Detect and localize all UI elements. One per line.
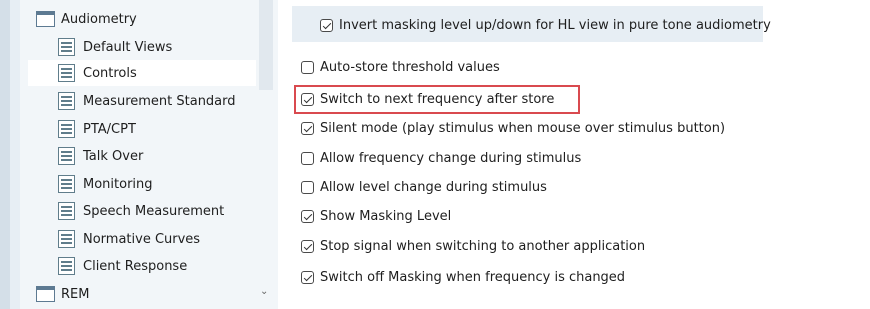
tree-item-audiometry[interactable]: Audiometry (35, 6, 256, 32)
switch-next-frequency-checkbox-row[interactable]: Switch to next frequency after store (301, 92, 554, 107)
tree-item-talk-over[interactable]: Talk Over (58, 143, 256, 169)
page-icon (58, 202, 75, 220)
page-icon (58, 120, 75, 138)
tree-item-label: Audiometry (61, 11, 137, 27)
checkbox[interactable] (301, 93, 314, 106)
tree-item-default-views[interactable]: Default Views (58, 34, 256, 60)
chevron-down-icon[interactable]: ⌄ (260, 286, 268, 297)
scrollbar-thumb[interactable] (259, 0, 273, 90)
page-icon (58, 257, 75, 275)
outer-nav-strip (0, 0, 10, 309)
page-icon (58, 92, 75, 110)
folder-icon (35, 286, 55, 302)
tree-item-label: PTA/CPT (83, 121, 136, 137)
tree-item-label: Speech Measurement (83, 203, 225, 219)
tree-item-label: Default Views (83, 39, 173, 55)
checkbox[interactable] (301, 122, 314, 135)
checkbox[interactable] (301, 152, 314, 165)
checkbox[interactable] (301, 210, 314, 223)
silent-mode-checkbox-row[interactable]: Silent mode (play stimulus when mouse ov… (301, 121, 725, 136)
option-label: Invert masking level up/down for HL view… (339, 18, 771, 33)
tree-item-label: Controls (83, 65, 137, 81)
option-label: Silent mode (play stimulus when mouse ov… (320, 121, 726, 136)
option-label: Allow frequency change during stimulus (320, 151, 582, 166)
switch-off-masking-checkbox-row[interactable]: Switch off Masking when frequency is cha… (301, 270, 625, 285)
invert-masking-checkbox-row[interactable]: Invert masking level up/down for HL view… (320, 18, 771, 33)
allow-level-change-checkbox-row[interactable]: Allow level change during stimulus (301, 180, 547, 195)
option-label: Switch off Masking when frequency is cha… (320, 270, 626, 285)
checkbox[interactable] (301, 181, 314, 194)
page-icon (58, 64, 75, 82)
page-icon (58, 230, 75, 248)
tree-item-label: Measurement Standard (83, 93, 236, 109)
option-label: Stop signal when switching to another ap… (320, 239, 646, 254)
tree-item-label: Talk Over (83, 148, 144, 164)
option-label: Switch to next frequency after store (320, 92, 555, 107)
tree-item-measurement-standard[interactable]: Measurement Standard (58, 88, 256, 114)
tree-item-normative-curves[interactable]: Normative Curves (58, 226, 256, 252)
tree-item-label: Client Response (83, 258, 188, 274)
page-icon (58, 38, 75, 56)
tree-item-pta-cpt[interactable]: PTA/CPT (58, 116, 256, 142)
checkbox[interactable] (320, 19, 333, 32)
page-icon (58, 175, 75, 193)
tree-item-controls[interactable]: Controls (28, 60, 256, 86)
page-icon (58, 147, 75, 165)
stop-signal-checkbox-row[interactable]: Stop signal when switching to another ap… (301, 239, 645, 254)
tree-item-rem[interactable]: REM (35, 281, 256, 307)
tree-item-speech-measurement[interactable]: Speech Measurement (58, 198, 256, 224)
checkbox[interactable] (301, 61, 314, 74)
checkbox[interactable] (301, 240, 314, 253)
option-label: Auto-store threshold values (320, 60, 500, 75)
tree-scrollbar[interactable]: ⌄ (256, 0, 278, 309)
allow-frequency-change-checkbox-row[interactable]: Allow frequency change during stimulus (301, 151, 581, 166)
folder-icon (35, 11, 55, 27)
show-masking-level-checkbox-row[interactable]: Show Masking Level (301, 209, 451, 224)
option-label: Allow level change during stimulus (320, 180, 547, 195)
tree-item-client-response[interactable]: Client Response (58, 253, 256, 279)
inner-nav-strip (10, 0, 20, 309)
option-label: Show Masking Level (320, 209, 452, 224)
auto-store-checkbox-row[interactable]: Auto-store threshold values (301, 60, 500, 75)
checkbox[interactable] (301, 271, 314, 284)
settings-tree: Audiometry Default Views Controls Measur… (20, 0, 256, 309)
tree-item-label: REM (61, 286, 90, 302)
tree-item-label: Normative Curves (83, 231, 201, 247)
tree-item-label: Monitoring (83, 176, 153, 192)
tree-item-monitoring[interactable]: Monitoring (58, 171, 256, 197)
